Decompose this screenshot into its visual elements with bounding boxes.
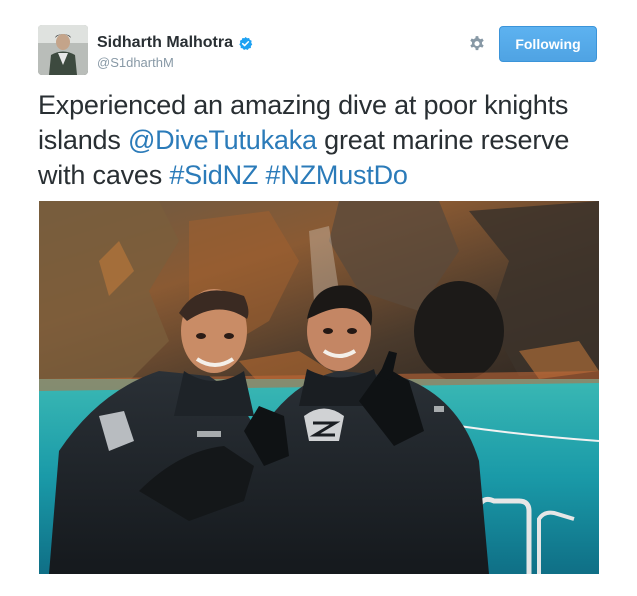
author-handle[interactable]: @S1dharthM bbox=[97, 55, 174, 70]
tweet-text: Experienced an amazing dive at poor knig… bbox=[38, 88, 608, 193]
verified-badge-icon bbox=[238, 36, 253, 51]
tweet-photo[interactable] bbox=[39, 201, 599, 574]
avatar-image bbox=[38, 25, 88, 75]
avatar[interactable] bbox=[38, 25, 88, 75]
mention-link[interactable]: @DiveTutukaka bbox=[128, 125, 317, 155]
tweet-text-line3-start: with caves bbox=[38, 160, 170, 190]
following-button[interactable]: Following bbox=[499, 26, 597, 62]
tweet-text-line2-end: great marine reserve bbox=[316, 125, 570, 155]
tweet-text-line1: Experienced an amazing dive at poor knig… bbox=[38, 90, 569, 120]
author-name[interactable]: Sidharth Malhotra bbox=[97, 34, 233, 52]
tweet-card: Sidharth Malhotra @S1dharthM Following E… bbox=[0, 0, 637, 596]
hashtag-link-sidnz[interactable]: #SidNZ bbox=[169, 160, 258, 190]
dive-photo-image bbox=[39, 201, 599, 574]
hashtag-link-nzmustdo[interactable]: #NZMustDo bbox=[266, 160, 408, 190]
gear-icon[interactable] bbox=[468, 35, 486, 53]
tweet-text-line2-start: islands bbox=[38, 125, 128, 155]
author-row: Sidharth Malhotra bbox=[97, 33, 253, 53]
